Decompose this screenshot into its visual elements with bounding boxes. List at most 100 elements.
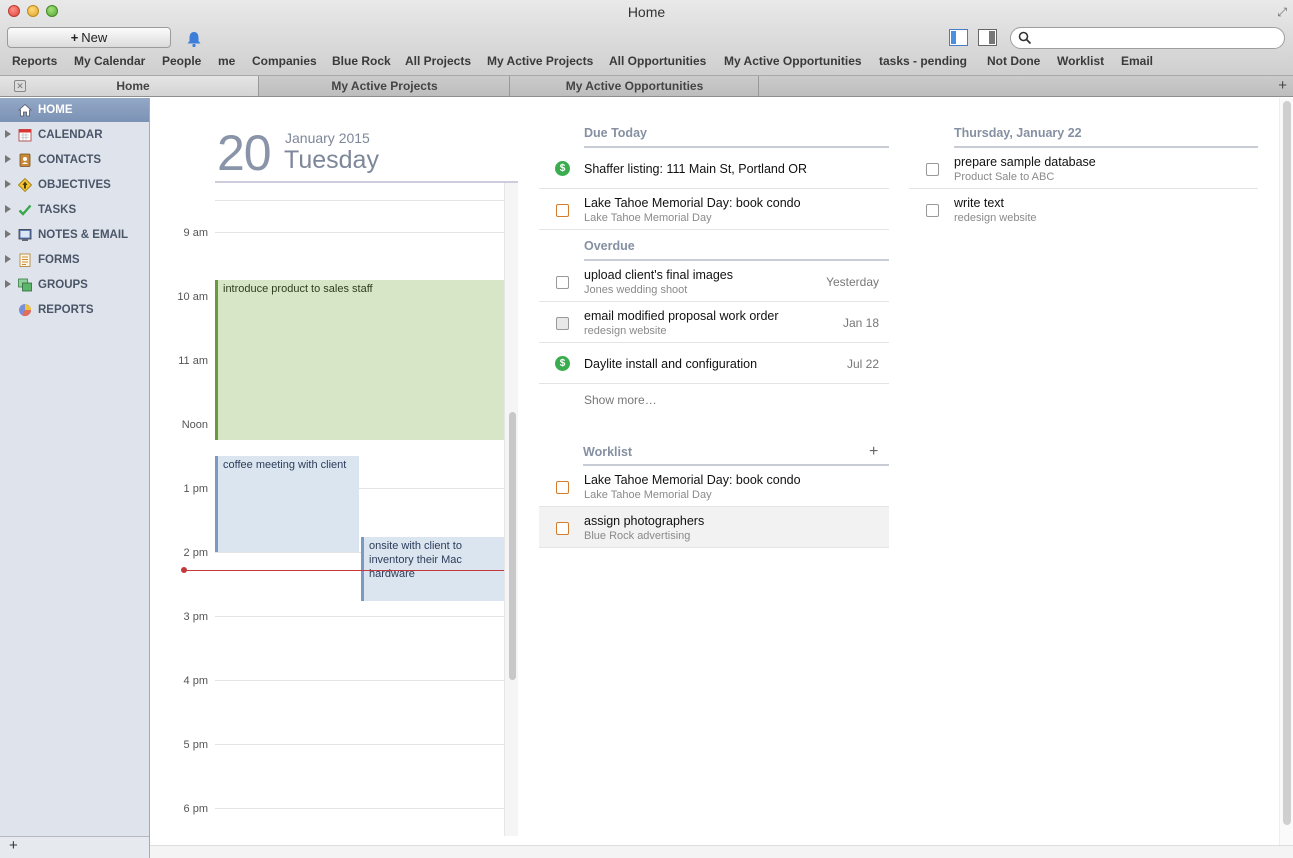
- sidebar-item-label: CONTACTS: [38, 154, 102, 166]
- tab-projects-label: My Active Projects: [331, 79, 438, 93]
- task-checkbox[interactable]: [556, 317, 569, 330]
- scrollbar-thumb[interactable]: [1283, 101, 1291, 825]
- calendar-event[interactable]: coffee meeting with client: [215, 456, 359, 552]
- task-subtitle: Product Sale to ABC: [954, 171, 1055, 183]
- sidebar-item-notes-email[interactable]: NOTES & EMAIL: [0, 223, 149, 247]
- task-due-date: Yesterday: [826, 275, 879, 289]
- task-checkbox[interactable]: [926, 204, 939, 217]
- tab-my-active-projects[interactable]: My Active Projects: [260, 76, 510, 96]
- checkmark-icon: [18, 204, 32, 216]
- current-time-indicator: [184, 570, 504, 571]
- bookmark-tasks-pending[interactable]: tasks - pending: [879, 54, 967, 68]
- fullscreen-icon[interactable]: ⤢: [1277, 5, 1287, 20]
- bookmark-reports[interactable]: Reports: [12, 54, 57, 68]
- task-subtitle: Blue Rock advertising: [584, 530, 691, 542]
- day-number: 20: [217, 125, 272, 181]
- sidebar-item-groups[interactable]: GROUPS: [0, 273, 149, 297]
- bookmark-not-done[interactable]: Not Done: [987, 54, 1040, 68]
- bookmark-my-active-projects[interactable]: My Active Projects: [487, 54, 593, 68]
- hour-gridline: [215, 232, 504, 233]
- task-checkbox[interactable]: [556, 481, 569, 494]
- sidebar-footer: +: [0, 836, 149, 858]
- new-button[interactable]: + New: [7, 27, 171, 48]
- task-row[interactable]: assign photographers Blue Rock advertisi…: [539, 507, 889, 548]
- sidebar-item-reports[interactable]: REPORTS: [0, 298, 149, 322]
- add-sidebar-item-icon[interactable]: +: [9, 837, 18, 854]
- task-subtitle: Jones wedding shoot: [584, 284, 688, 296]
- sidebar-item-tasks[interactable]: TASKS: [0, 198, 149, 222]
- bookmark-worklist[interactable]: Worklist: [1057, 54, 1104, 68]
- add-tab-icon[interactable]: +: [1278, 77, 1287, 94]
- task-checkbox[interactable]: [556, 522, 569, 535]
- main-scrollbar[interactable]: [1279, 98, 1293, 845]
- hour-label: 3 pm: [183, 611, 208, 623]
- hour-gridline: [215, 744, 504, 745]
- hour-label: 1 pm: [183, 483, 208, 495]
- hour-label: 9 am: [183, 227, 208, 239]
- close-tab-icon[interactable]: ✕: [14, 80, 26, 92]
- hour-label: Noon: [181, 419, 208, 431]
- disclosure-triangle-icon[interactable]: [5, 255, 11, 263]
- task-row[interactable]: prepare sample database Product Sale to …: [909, 148, 1258, 189]
- disclosure-triangle-icon[interactable]: [5, 155, 11, 163]
- bookmark-all-projects[interactable]: All Projects: [405, 54, 471, 68]
- horizontal-scrollbar[interactable]: [150, 845, 1293, 858]
- calendar-icon: [18, 129, 32, 142]
- bell-icon[interactable]: [185, 30, 203, 48]
- tab-my-active-opportunities[interactable]: My Active Opportunities: [511, 76, 759, 96]
- sidebar-item-label: OBJECTIVES: [38, 179, 111, 191]
- task-checkbox[interactable]: [926, 163, 939, 176]
- task-row[interactable]: upload client's final images Jones weddi…: [539, 261, 889, 302]
- calendar-event[interactable]: onsite with client to inventory their Ma…: [361, 537, 504, 601]
- bookmark-all-opportunities[interactable]: All Opportunities: [609, 54, 706, 68]
- inspector-layout-icon[interactable]: [978, 29, 997, 46]
- sidebar-item-objectives[interactable]: OBJECTIVES: [0, 173, 149, 197]
- task-row[interactable]: Lake Tahoe Memorial Day: book condo Lake…: [539, 189, 889, 230]
- bookmark-companies[interactable]: Companies: [252, 54, 317, 68]
- disclosure-triangle-icon[interactable]: [5, 180, 11, 188]
- notes-icon: [18, 229, 32, 241]
- disclosure-triangle-icon[interactable]: [5, 230, 11, 238]
- calendar-header-divider: [215, 181, 518, 183]
- sidebar-item-home[interactable]: HOME: [0, 98, 149, 122]
- search-input[interactable]: [1037, 30, 1277, 46]
- form-icon: [19, 253, 31, 267]
- calendar-scrollbar[interactable]: [504, 183, 518, 836]
- bookmark-people[interactable]: People: [162, 54, 201, 68]
- calendar-event[interactable]: introduce product to sales staff: [215, 280, 504, 440]
- sidebar-item-contacts[interactable]: CONTACTS: [0, 148, 149, 172]
- tab-home[interactable]: Home: [0, 76, 259, 96]
- sidebar-item-label: FORMS: [38, 254, 80, 266]
- search-field[interactable]: [1010, 27, 1285, 49]
- bookmark-blue-rock[interactable]: Blue Rock: [332, 54, 391, 68]
- disclosure-triangle-icon[interactable]: [5, 280, 11, 288]
- bookmark-me[interactable]: me: [218, 54, 235, 68]
- task-row[interactable]: email modified proposal work order redes…: [539, 302, 889, 343]
- task-checkbox[interactable]: [556, 276, 569, 289]
- app-window: Home ⤢ + New Reports My Calendar People m…: [0, 0, 1293, 858]
- sidebar-item-label: NOTES & EMAIL: [38, 229, 129, 241]
- sidebar-layout-icon[interactable]: [949, 29, 968, 46]
- task-row[interactable]: Lake Tahoe Memorial Day: book condo Lake…: [539, 466, 889, 507]
- pie-chart-icon: [19, 304, 31, 317]
- hour-gridline: [215, 616, 504, 617]
- disclosure-triangle-icon[interactable]: [5, 205, 11, 213]
- sidebar: HOME CALENDAR CONTACTS OBJECTIVES TASKS …: [0, 98, 150, 858]
- sidebar-item-calendar[interactable]: CALENDAR: [0, 123, 149, 147]
- task-checkbox[interactable]: [556, 204, 569, 217]
- scrollbar-thumb[interactable]: [509, 412, 516, 680]
- task-subtitle: Lake Tahoe Memorial Day: [584, 489, 712, 501]
- event-title: introduce product to sales staff: [223, 283, 373, 295]
- sidebar-item-forms[interactable]: FORMS: [0, 248, 149, 272]
- bookmark-my-calendar[interactable]: My Calendar: [74, 54, 145, 68]
- add-to-worklist-icon[interactable]: +: [869, 443, 878, 461]
- disclosure-triangle-icon[interactable]: [5, 130, 11, 138]
- show-more-link[interactable]: Show more…: [584, 393, 657, 407]
- task-row[interactable]: $ Shaffer listing: 111 Main St, Portland…: [539, 148, 889, 189]
- task-row[interactable]: write text redesign website: [909, 189, 1258, 230]
- task-row[interactable]: $ Daylite install and configuration Jul …: [539, 343, 889, 384]
- hour-label: 4 pm: [183, 675, 208, 687]
- bookmark-email[interactable]: Email: [1121, 54, 1153, 68]
- bookmark-my-active-opportunities[interactable]: My Active Opportunities: [724, 54, 862, 68]
- task-title: Lake Tahoe Memorial Day: book condo: [584, 196, 801, 210]
